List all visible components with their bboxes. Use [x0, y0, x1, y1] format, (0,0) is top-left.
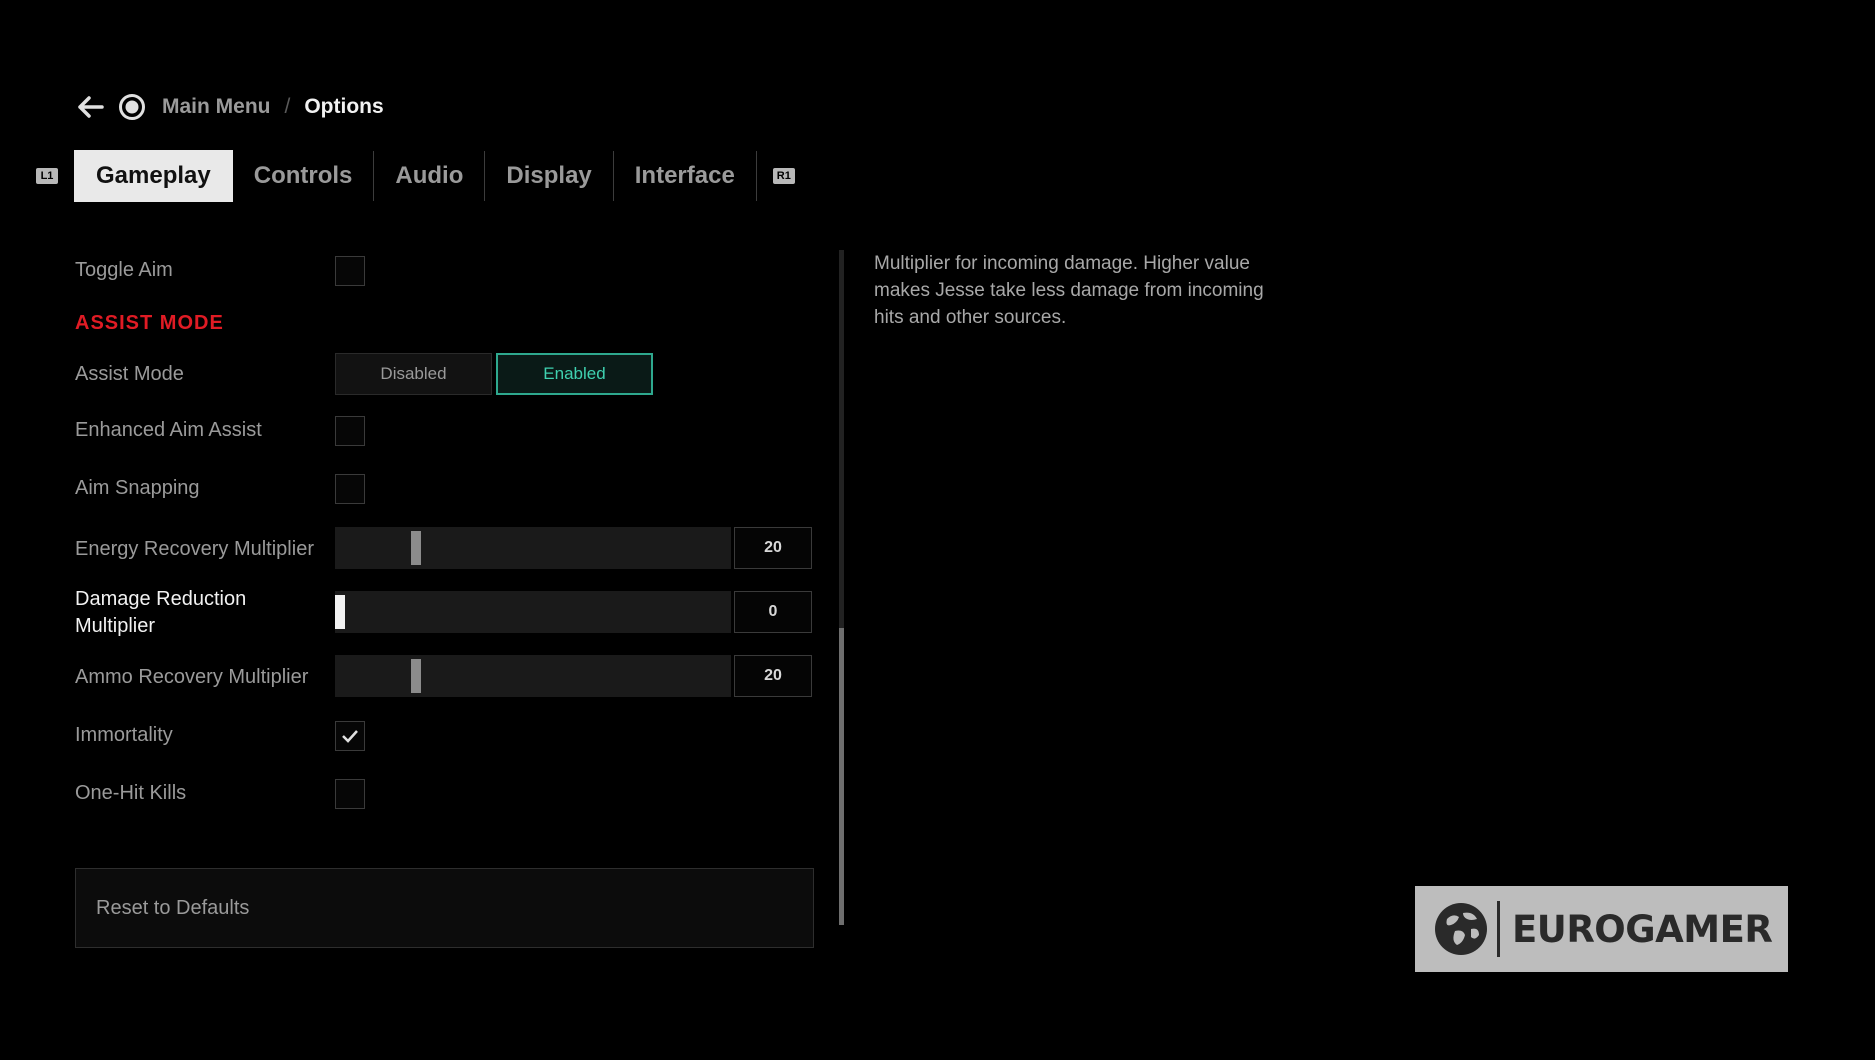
setting-label: Energy Recovery Multiplier [75, 538, 314, 560]
tab-audio[interactable]: Audio [374, 150, 484, 202]
breadcrumb-options: Options [304, 95, 384, 118]
globe-logo-icon [1435, 903, 1487, 955]
slider-thumb[interactable] [411, 531, 421, 565]
breadcrumb-main-menu[interactable]: Main Menu [162, 95, 271, 119]
damage-reduction-slider[interactable] [335, 591, 731, 633]
setting-label-line: Multiplier [75, 615, 156, 637]
tab-interface[interactable]: Interface [614, 150, 756, 202]
setting-label: Damage Reduction Multiplier [75, 586, 246, 640]
checkmark-icon [342, 730, 358, 743]
watermark-divider [1497, 901, 1500, 957]
toggle-aim-checkbox[interactable] [335, 256, 365, 286]
slider-thumb[interactable] [335, 595, 345, 629]
one-hit-kills-checkbox[interactable] [335, 779, 365, 809]
ammo-recovery-value: 20 [734, 655, 812, 697]
back-arrow-icon[interactable] [76, 92, 106, 122]
immortality-checkbox[interactable] [335, 721, 365, 751]
ammo-recovery-slider[interactable] [335, 655, 731, 697]
setting-label-line: Damage Reduction [75, 588, 247, 610]
energy-recovery-value: 20 [734, 527, 812, 569]
r1-bumper-icon[interactable]: R1 [772, 168, 795, 184]
setting-label: Ammo Recovery Multiplier [75, 666, 309, 688]
l1-bumper-icon[interactable]: L1 [36, 168, 58, 184]
setting-label: One-Hit Kills [75, 782, 187, 804]
setting-label: Toggle Aim [75, 259, 173, 281]
tab-divider [755, 151, 757, 201]
slider-thumb[interactable] [411, 659, 421, 693]
setting-label: Enhanced Aim Assist [75, 419, 262, 441]
scrollbar-thumb[interactable] [839, 628, 844, 925]
reset-to-defaults-button[interactable]: Reset to Defaults [75, 868, 814, 948]
breadcrumb: Main Menu / Options [76, 92, 384, 122]
setting-label: Immortality [75, 724, 173, 746]
setting-label: Aim Snapping [75, 477, 200, 499]
setting-label: Assist Mode [75, 363, 184, 385]
enhanced-aim-assist-checkbox[interactable] [335, 416, 365, 446]
breadcrumb-separator: / [284, 95, 291, 118]
tab-controls[interactable]: Controls [233, 150, 374, 202]
setting-description: Multiplier for incoming damage. Higher v… [874, 253, 1264, 328]
circle-button-icon [118, 93, 146, 121]
tab-bar: L1 Gameplay Controls Audio Display Inter… [36, 150, 795, 202]
damage-reduction-value: 0 [734, 591, 812, 633]
tab-gameplay[interactable]: Gameplay [74, 150, 233, 202]
energy-recovery-slider[interactable] [335, 527, 731, 569]
section-header-assist-mode: ASSIST MODE [75, 312, 224, 334]
assist-mode-enabled-button[interactable]: Enabled [496, 353, 653, 395]
assist-mode-disabled-button[interactable]: Disabled [335, 353, 492, 395]
aim-snapping-checkbox[interactable] [335, 474, 365, 504]
eurogamer-watermark: EUROGAMER [1415, 886, 1788, 972]
watermark-text: EUROGAMER [1512, 907, 1773, 951]
tab-display[interactable]: Display [485, 150, 612, 202]
scrollbar[interactable] [839, 250, 844, 925]
options-screen: Main Menu / Options L1 Gameplay Controls… [0, 0, 1875, 1060]
